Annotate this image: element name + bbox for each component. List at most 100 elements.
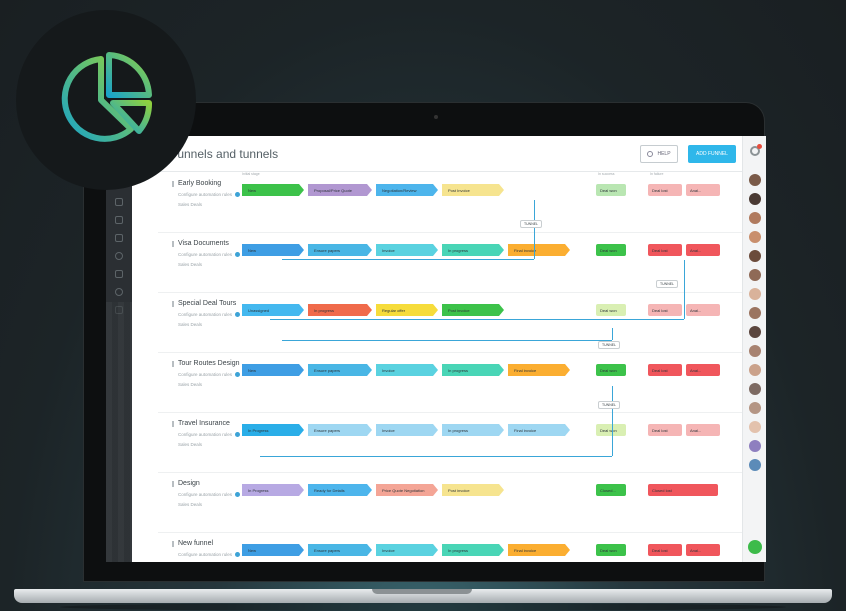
avatar[interactable] — [748, 459, 761, 471]
funnel-type[interactable]: Sales Deals — [178, 502, 202, 507]
stage-chip[interactable]: In progress — [442, 364, 504, 376]
funnel-name[interactable]: Travel Insurance — [172, 420, 230, 427]
funnel-name[interactable]: Design — [172, 480, 200, 487]
avatar[interactable] — [748, 250, 761, 262]
stage-chip[interactable]: New — [242, 184, 304, 196]
automation-link[interactable]: Configure automation rules — [178, 492, 241, 498]
failure-chip[interactable]: Anal... — [686, 364, 720, 376]
avatar[interactable] — [748, 345, 761, 357]
phone-icon[interactable] — [748, 540, 762, 554]
stage-chip[interactable]: Final invoice — [508, 424, 570, 436]
success-chip[interactable]: Deal won — [596, 364, 626, 376]
avatar[interactable] — [748, 326, 761, 338]
stage-chip[interactable]: In progress — [442, 544, 504, 556]
stage-chip[interactable]: New — [242, 244, 304, 256]
funnel-type[interactable]: Sales Deals — [178, 262, 202, 267]
avatar[interactable] — [748, 402, 761, 414]
info-icon[interactable] — [235, 192, 241, 198]
stage-chip[interactable]: Ready for Details — [308, 484, 372, 496]
tunnel-tag[interactable]: TUNNEL — [656, 280, 679, 288]
stage-chip[interactable]: Negotiation/Review — [376, 184, 438, 196]
stage-chip[interactable]: Unassigned — [242, 304, 304, 316]
contacts-icon[interactable] — [115, 252, 123, 260]
info-icon[interactable] — [235, 432, 241, 438]
stage-chip[interactable]: New — [242, 544, 304, 556]
failure-chip[interactable]: Anal... — [686, 184, 720, 196]
tunnel-tag[interactable]: TUNNEL — [598, 401, 621, 409]
info-icon[interactable] — [235, 492, 241, 498]
calendar-icon[interactable] — [115, 234, 123, 242]
avatar[interactable] — [748, 288, 761, 300]
avatar[interactable] — [748, 193, 761, 205]
stage-chip[interactable]: Invoice — [376, 544, 438, 556]
automation-link[interactable]: Configure automation rules — [178, 552, 241, 558]
avatar[interactable] — [748, 421, 761, 433]
stage-chip[interactable]: Price Quote Negotiation — [376, 484, 438, 496]
failure-chip[interactable]: Anal... — [686, 244, 720, 256]
failure-chip[interactable]: Anal... — [686, 544, 720, 556]
stage-chip[interactable]: In progress — [442, 244, 504, 256]
stage-chip[interactable]: Ensure papers — [308, 244, 372, 256]
stage-chip[interactable]: Proposal/Price Quote — [308, 184, 372, 196]
success-chip[interactable]: Deal won — [596, 184, 626, 196]
avatar[interactable] — [748, 269, 761, 281]
stage-chip[interactable]: Final invoice — [508, 544, 570, 556]
funnel-type[interactable]: Sales Deals — [178, 442, 202, 447]
stage-chip[interactable]: New — [242, 364, 304, 376]
mail-icon[interactable] — [115, 216, 123, 224]
automation-link[interactable]: Configure automation rules — [178, 252, 241, 258]
deals-icon[interactable] — [115, 270, 123, 278]
success-chip[interactable]: Closed... — [596, 484, 626, 496]
stage-chip[interactable]: Invoice — [376, 364, 438, 376]
tunnel-tag[interactable]: TUNNEL — [598, 341, 621, 349]
help-button[interactable]: HELP — [640, 145, 678, 163]
stage-chip[interactable]: Regular offer — [376, 304, 438, 316]
stage-chip[interactable]: Invoice — [376, 424, 438, 436]
automation-link[interactable]: Configure automation rules — [178, 372, 241, 378]
avatar[interactable] — [748, 307, 761, 319]
success-chip[interactable]: Deal won — [596, 544, 626, 556]
stage-chip[interactable]: Ensure papers — [308, 364, 372, 376]
failure-chip[interactable]: Deal lost — [648, 424, 682, 436]
tasks-icon[interactable] — [115, 198, 123, 206]
tunnel-tag[interactable]: TUNNEL — [520, 220, 543, 228]
stage-chip[interactable]: Ensure papers — [308, 424, 372, 436]
info-icon[interactable] — [235, 552, 241, 558]
reports-icon[interactable] — [115, 288, 123, 296]
info-icon[interactable] — [235, 312, 241, 318]
funnel-type[interactable]: Sales Deals — [178, 322, 202, 327]
info-icon[interactable] — [235, 372, 241, 378]
gear-icon[interactable] — [749, 144, 762, 156]
stage-chip[interactable]: Post invoice — [442, 484, 504, 496]
failure-chip[interactable]: Deal lost — [648, 304, 682, 316]
stage-chip[interactable]: Ensure papers — [308, 544, 372, 556]
failure-chip[interactable]: Closed lost — [648, 484, 718, 496]
stage-chip[interactable]: Post invoice — [442, 304, 504, 316]
avatar[interactable] — [748, 383, 761, 395]
funnel-type[interactable]: Sales Deals — [178, 202, 202, 207]
stage-chip[interactable]: In Progress — [242, 424, 304, 436]
info-icon[interactable] — [235, 252, 241, 258]
funnel-name[interactable]: Special Deal Tours — [171, 300, 236, 307]
failure-chip[interactable]: Deal lost — [648, 544, 682, 556]
avatar[interactable] — [748, 174, 761, 186]
success-chip[interactable]: Deal won — [596, 244, 626, 256]
success-chip[interactable]: Deal won — [596, 304, 626, 316]
funnel-name[interactable]: New funnel — [171, 540, 213, 547]
stage-chip[interactable]: In progress — [442, 424, 504, 436]
avatar[interactable] — [748, 440, 761, 452]
automation-link[interactable]: Configure automation rules — [178, 312, 241, 318]
failure-chip[interactable]: Anal... — [686, 424, 720, 436]
funnel-name[interactable]: Visa Documents — [172, 240, 229, 247]
automation-link[interactable]: Configure automation rules — [178, 192, 241, 198]
failure-chip[interactable]: Deal lost — [648, 244, 682, 256]
failure-chip[interactable]: Anal... — [686, 304, 720, 316]
funnel-name[interactable]: Tour Routes Design — [171, 360, 239, 367]
stage-chip[interactable]: Final invoice — [508, 364, 570, 376]
success-chip[interactable]: Deal won — [596, 424, 626, 436]
stage-chip[interactable]: Final invoice — [508, 244, 570, 256]
avatar[interactable] — [748, 231, 761, 243]
funnel-name[interactable]: Early Booking — [171, 180, 221, 187]
failure-chip[interactable]: Deal lost — [648, 364, 682, 376]
avatar[interactable] — [748, 212, 761, 224]
